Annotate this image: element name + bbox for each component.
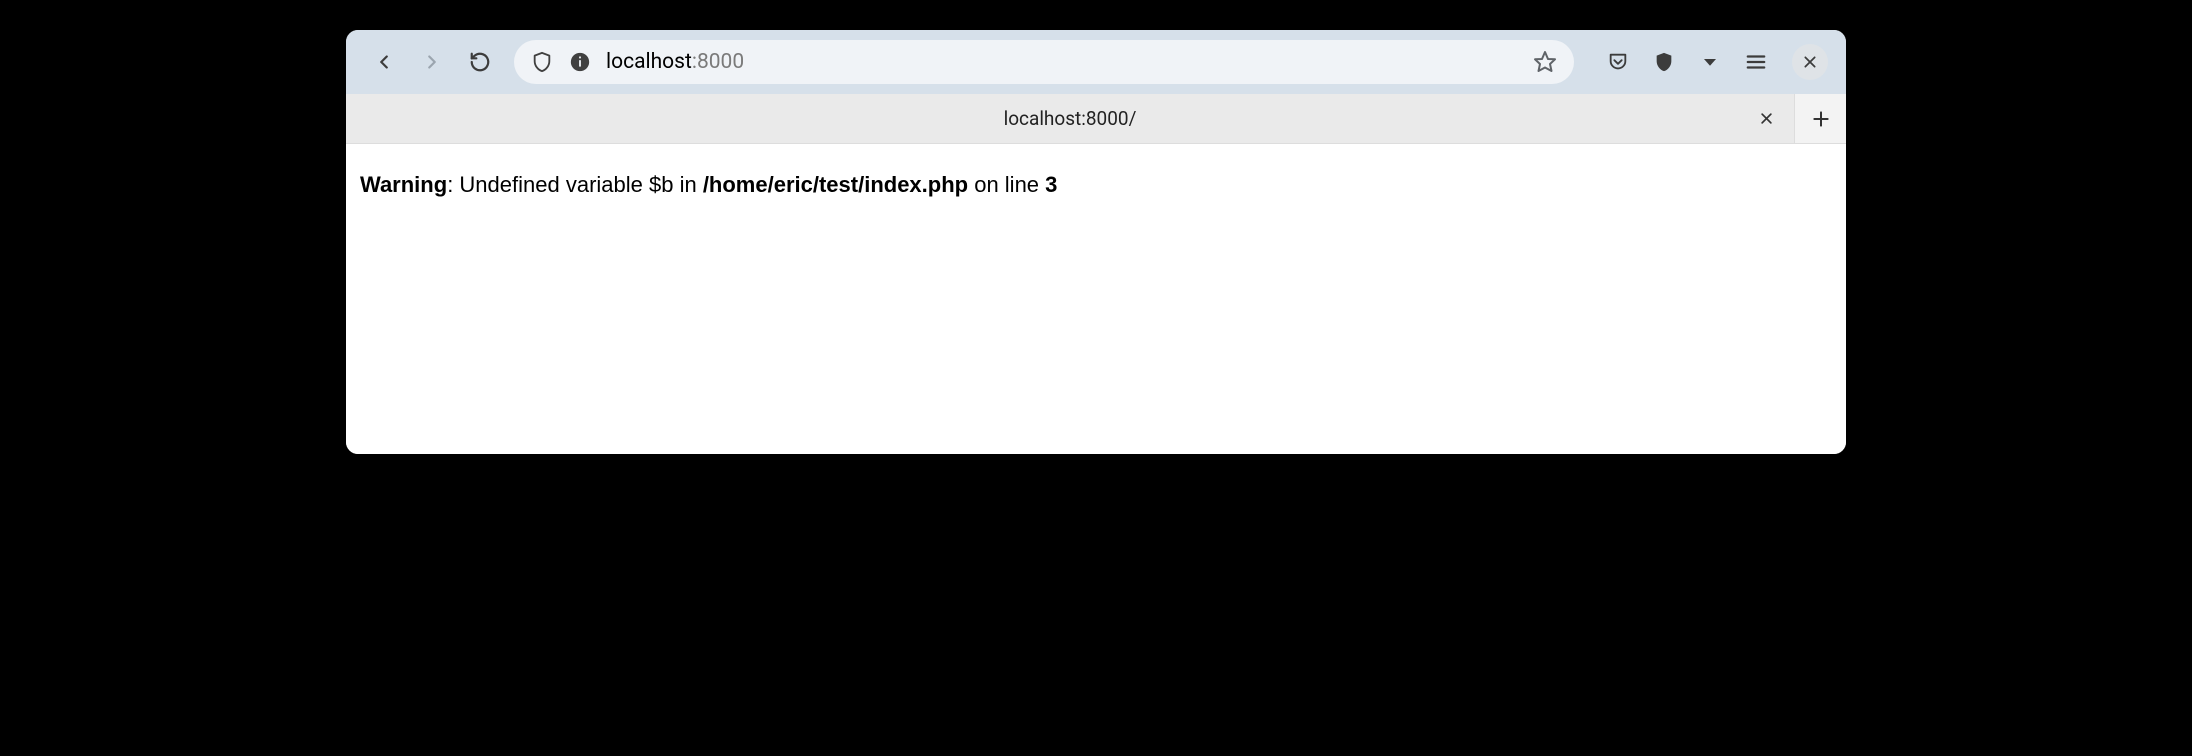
warning-text-2: on line	[968, 172, 1045, 197]
url-port: :8000	[692, 50, 744, 74]
overflow-chevron-icon[interactable]	[1690, 42, 1730, 82]
pocket-icon[interactable]	[1598, 42, 1638, 82]
toolbar-right-actions	[1598, 42, 1828, 82]
tab-close-icon[interactable]	[1754, 107, 1778, 131]
ublock-icon[interactable]	[1644, 42, 1684, 82]
address-bar[interactable]: localhost:8000	[514, 40, 1574, 84]
url-host: localhost	[606, 50, 692, 74]
site-info-icon[interactable]	[566, 48, 594, 76]
window-close-button[interactable]	[1792, 44, 1828, 80]
warning-line-number: 3	[1045, 172, 1057, 197]
tab-title: localhost:8000/	[1004, 107, 1137, 130]
warning-text-1: Undefined variable $b in	[459, 172, 702, 197]
warning-file-path: /home/eric/test/index.php	[703, 172, 968, 197]
warning-label: Warning	[360, 172, 447, 197]
warning-colon: :	[447, 172, 459, 197]
reload-button[interactable]	[460, 42, 500, 82]
tab-active[interactable]: localhost:8000/	[346, 94, 1794, 143]
tracking-protection-icon[interactable]	[528, 48, 556, 76]
new-tab-button[interactable]	[1794, 94, 1846, 143]
browser-toolbar: localhost:8000	[346, 30, 1846, 94]
url-display: localhost:8000	[606, 50, 1530, 74]
page-content: Warning: Undefined variable $b in /home/…	[346, 144, 1846, 454]
back-button[interactable]	[364, 42, 404, 82]
php-warning-message: Warning: Undefined variable $b in /home/…	[360, 170, 1832, 201]
bookmark-star-icon[interactable]	[1530, 47, 1560, 77]
hamburger-menu-icon[interactable]	[1736, 42, 1776, 82]
browser-window: localhost:8000 localh	[346, 30, 1846, 454]
forward-button[interactable]	[412, 42, 452, 82]
tab-bar: localhost:8000/	[346, 94, 1846, 144]
address-bar-indicators	[528, 48, 594, 76]
